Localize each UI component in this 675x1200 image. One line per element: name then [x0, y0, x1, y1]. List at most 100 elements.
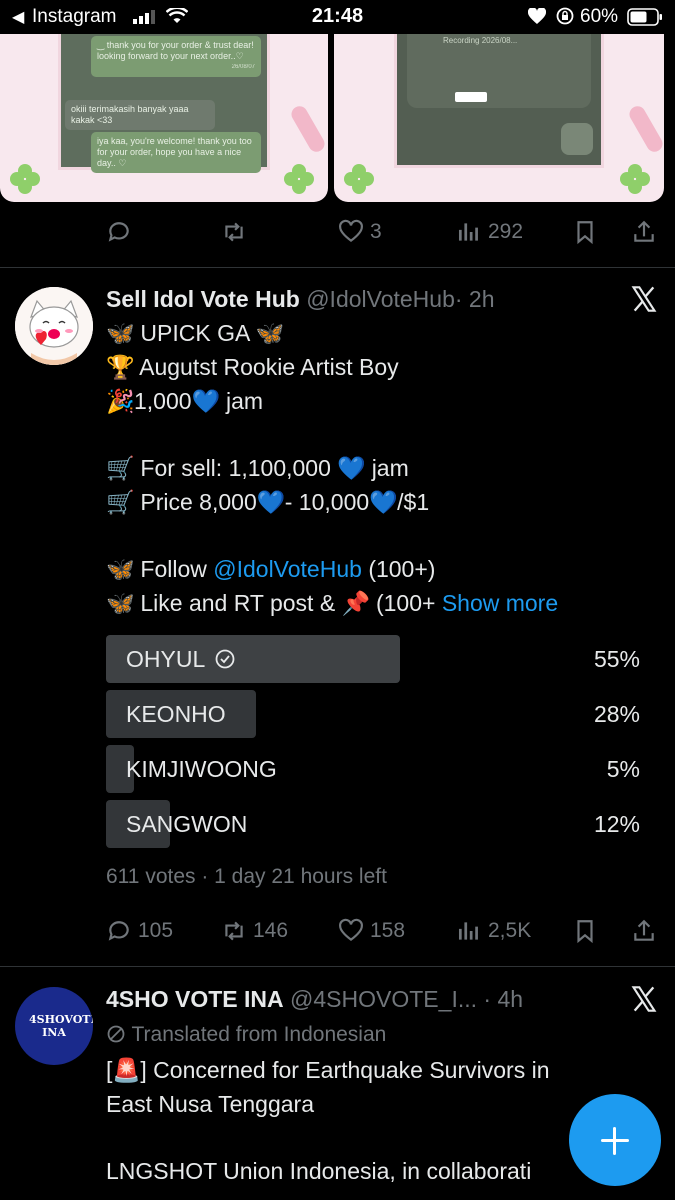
heart-status-icon — [528, 8, 546, 24]
blue-heart-emoji: 💙 — [191, 388, 221, 414]
clover-decoration — [284, 164, 314, 194]
poll-option-label: KEONHO — [126, 701, 226, 727]
poll-option-label: KIMJIWOONG — [126, 756, 277, 782]
avatar[interactable] — [15, 287, 93, 365]
tweet-author-line: 4SHO VOTE INA @4SHOVOTE_I... · 4h — [106, 986, 523, 1013]
x-logo-icon[interactable] — [630, 285, 658, 313]
tweet-text-line: LNGSHOT Union Indonesia, in collaborati — [106, 1158, 532, 1184]
share-button[interactable] — [631, 916, 657, 946]
battery-icon — [627, 8, 662, 26]
clover-decoration — [10, 164, 40, 194]
views-icon — [458, 223, 478, 241]
reply-button[interactable]: 105 — [106, 916, 173, 946]
bookmark-button[interactable] — [572, 916, 598, 946]
cart-emoji: 🛒 — [106, 489, 135, 515]
cart-emoji: 🛒 — [106, 455, 135, 481]
tweet-text-line: 🛒 For sell: 1,100,000 💙 jam — [106, 455, 409, 481]
tweet-text-line: East Nusa Tenggara — [106, 1091, 314, 1117]
mention-link[interactable]: @IdolVoteHub — [213, 556, 362, 582]
poll-option: OHYUL 55% — [106, 635, 640, 683]
views-button[interactable]: 2,5K — [456, 916, 531, 946]
orientation-lock-icon — [556, 7, 574, 25]
author-handle[interactable]: @4SHOVOTE_I... — [290, 986, 477, 1012]
tweet-text-line: [🚨] Concerned for Earthquake Survivors i… — [106, 1057, 550, 1083]
poll-meta: 611 votes · 1 day 21 hours left — [106, 865, 387, 888]
like-button[interactable]: 158 — [338, 916, 405, 946]
share-icon — [634, 220, 654, 242]
butterfly-emoji: 🦋 — [255, 320, 285, 346]
blue-heart-emoji: 💙 — [256, 489, 286, 515]
trophy-emoji: 🏆 — [106, 354, 135, 380]
previous-tweet-media: ‿ thank you for your order & trust dear!… — [0, 34, 675, 202]
butterfly-emoji: 🦋 — [106, 320, 135, 346]
bookmark-button[interactable] — [572, 217, 598, 247]
share-icon — [634, 919, 654, 941]
compose-button[interactable] — [569, 1094, 661, 1186]
repost-button[interactable]: 146 — [221, 916, 288, 946]
tweet-text-line: 🦋 Follow @IdolVoteHub (100+) — [106, 556, 436, 582]
recording-pill — [455, 92, 487, 102]
tweet-text-line: 🎉1,000💙 jam — [106, 388, 264, 414]
author-name[interactable]: 4SHO VOTE INA — [106, 986, 284, 1012]
reply-button[interactable] — [106, 217, 138, 247]
clover-decoration — [344, 164, 374, 194]
tweet-time: · 4h — [483, 986, 524, 1012]
tweet-text-line: 🏆 Augutst Rookie Artist Boy — [106, 354, 399, 380]
blue-heart-emoji: 💙 — [337, 455, 366, 481]
repost-icon — [225, 921, 243, 941]
poll-option-percent: 28% — [593, 701, 640, 727]
bookmark-icon — [577, 221, 593, 245]
siren-emoji: 🚨 — [112, 1057, 142, 1083]
clover-decoration — [620, 164, 650, 194]
chat-bubble: okiii terimakasih banyak yaaa kakak <33 — [65, 100, 215, 130]
reply-icon — [108, 222, 129, 242]
cat-avatar-icon — [15, 287, 93, 365]
share-button[interactable] — [631, 217, 657, 247]
status-bar: ◀ Instagram 21:48 60% — [0, 0, 675, 34]
check-circle-icon — [215, 649, 235, 669]
poll-option-percent: 55% — [593, 646, 640, 672]
avatar-text: 4SHOVOTE INA — [29, 1013, 93, 1039]
repost-icon — [225, 222, 243, 242]
recording-label: Recording 2026/08... — [443, 36, 518, 45]
ribbon-decoration — [288, 103, 328, 155]
chat-bubble: iya kaa, you're welcome! thank you too f… — [91, 132, 261, 173]
author-name[interactable]: Sell Idol Vote Hub — [106, 286, 300, 312]
tweet-author-line: Sell Idol Vote Hub @IdolVoteHub· 2h — [106, 286, 495, 313]
divider — [0, 267, 675, 268]
avatar[interactable]: 4SHOVOTE INA — [15, 987, 93, 1065]
poll-option-label: SANGWON — [126, 811, 248, 837]
chat-bubble: ‿ thank you for your order & trust dear!… — [91, 36, 261, 77]
repost-button[interactable] — [221, 217, 253, 247]
tweet-text-line: 🦋 UPICK GA 🦋 — [106, 320, 285, 346]
show-more-link[interactable]: Show more — [442, 590, 558, 616]
battery-percent: 60% — [580, 6, 619, 27]
heart-icon — [339, 219, 363, 243]
tweet-actions: 105 146 158 2,5K — [106, 916, 658, 946]
butterfly-emoji: 🦋 — [106, 556, 135, 582]
camera-icon — [561, 123, 593, 155]
blue-heart-emoji: 💙 — [369, 489, 398, 515]
tweet-text-line: 🦋 Like and RT post & 📌 (100+ Show more — [106, 590, 559, 616]
x-logo-icon[interactable] — [630, 985, 658, 1013]
like-button[interactable]: 3 — [338, 217, 382, 247]
bookmark-icon — [577, 920, 593, 944]
author-handle[interactable]: @IdolVoteHub — [306, 286, 455, 312]
divider — [0, 966, 675, 967]
previous-tweet-actions: 3 292 — [106, 217, 658, 247]
views-icon — [458, 922, 478, 940]
heart-icon — [339, 918, 363, 942]
party-popper-emoji: 🎉 — [106, 388, 135, 414]
poll-option-label: OHYUL — [126, 646, 235, 673]
translation-note[interactable]: Translated from Indonesian — [106, 1023, 386, 1047]
poll-option-percent: 12% — [593, 811, 640, 837]
poll-option-percent: 5% — [606, 756, 640, 782]
media-image-recording[interactable]: Recording 2026/08... — [334, 34, 664, 202]
tweet-text-line: 🛒 Price 8,000💙- 10,000💙/$1 — [106, 489, 430, 515]
ribbon-decoration — [626, 103, 664, 155]
pushpin-emoji: 📌 — [341, 590, 371, 616]
views-button[interactable]: 292 — [456, 217, 523, 247]
media-image-chat[interactable]: ‿ thank you for your order & trust dear!… — [0, 34, 328, 202]
butterfly-emoji: 🦋 — [106, 590, 135, 616]
translate-icon — [107, 1025, 125, 1043]
